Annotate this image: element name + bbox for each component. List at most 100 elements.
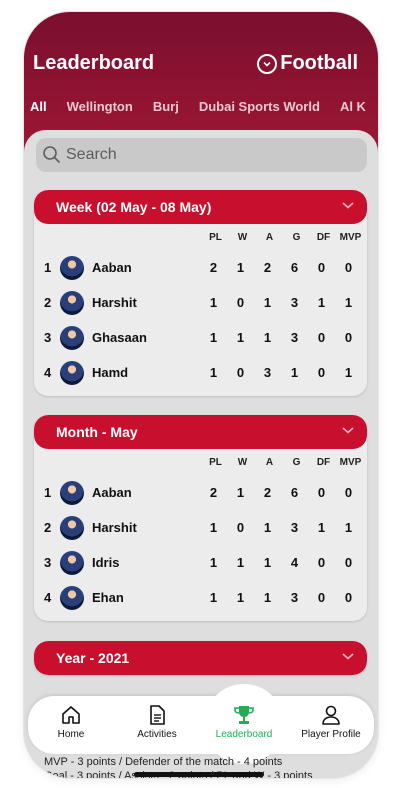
nav-leaderboard[interactable]: Leaderboard bbox=[201, 704, 287, 740]
week-header[interactable]: Week (02 May - 08 May) bbox=[34, 190, 367, 224]
table-row[interactable]: 2 Harshit 1 0 1 3 1 1 bbox=[34, 285, 367, 320]
stat-mvp: 1 bbox=[344, 520, 353, 535]
sport-label: Football bbox=[280, 52, 358, 74]
stat-df: 1 bbox=[317, 295, 326, 310]
player-name: Idris bbox=[92, 555, 120, 570]
player-name: Ghasaan bbox=[92, 330, 147, 345]
avatar bbox=[60, 515, 84, 540]
stat-mvp: 0 bbox=[344, 260, 353, 275]
stat-pl: 1 bbox=[209, 330, 218, 345]
rank: 2 bbox=[44, 520, 52, 535]
year-header[interactable]: Year - 2021 bbox=[34, 641, 367, 675]
points-info-line1: MVP - 3 points / Defender of the match -… bbox=[44, 756, 283, 768]
month-header[interactable]: Month - May bbox=[34, 415, 367, 449]
home-icon bbox=[62, 706, 80, 724]
table-row[interactable]: 3 Idris 1 1 1 4 0 0 bbox=[34, 545, 367, 580]
phone-frame: Leaderboard Football All Wellington Burj… bbox=[24, 12, 378, 778]
col-a: A bbox=[265, 231, 274, 243]
player-name: Hamd bbox=[92, 365, 129, 380]
stat-a: 1 bbox=[263, 295, 272, 310]
table-row[interactable]: 1 Aaban 2 1 2 6 0 0 bbox=[34, 250, 367, 285]
chevron-down-icon bbox=[342, 202, 354, 209]
rank: 3 bbox=[44, 330, 52, 345]
rank: 3 bbox=[44, 555, 52, 570]
avatar bbox=[60, 325, 84, 350]
nav-home-label: Home bbox=[57, 729, 85, 740]
col-df: DF bbox=[316, 456, 331, 468]
stat-pl: 2 bbox=[209, 260, 218, 275]
table-row[interactable]: 4 Ehan 1 1 1 3 0 0 bbox=[34, 580, 367, 615]
stat-pl: 1 bbox=[209, 365, 218, 380]
tab-burj[interactable]: Burj bbox=[153, 99, 179, 114]
stat-df: 1 bbox=[317, 520, 326, 535]
player-name: Aaban bbox=[92, 485, 132, 500]
chevron-down-icon bbox=[342, 427, 354, 434]
table-row[interactable]: 1 Aaban 2 1 2 6 0 0 bbox=[34, 475, 367, 510]
month-title: Month - May bbox=[56, 424, 138, 440]
tab-wellington[interactable]: Wellington bbox=[67, 99, 133, 114]
column-headers: PL W A G DF MVP bbox=[34, 449, 367, 475]
stat-w: 1 bbox=[236, 485, 245, 500]
col-g: G bbox=[292, 456, 301, 468]
rank: 4 bbox=[44, 365, 52, 380]
col-pl: PL bbox=[209, 456, 222, 468]
table-row[interactable]: 2 Harshit 1 0 1 3 1 1 bbox=[34, 510, 367, 545]
avatar bbox=[60, 255, 84, 280]
stat-w: 0 bbox=[236, 365, 245, 380]
col-mvp: MVP bbox=[339, 456, 362, 468]
search-icon bbox=[43, 146, 61, 164]
search-input[interactable]: Search bbox=[36, 138, 367, 172]
search-placeholder: Search bbox=[66, 146, 117, 163]
sport-selector[interactable]: Football bbox=[257, 52, 358, 75]
stat-df: 0 bbox=[317, 555, 326, 570]
avatar bbox=[60, 290, 84, 315]
stat-g: 4 bbox=[290, 555, 299, 570]
rank: 4 bbox=[44, 590, 52, 605]
col-a: A bbox=[265, 456, 274, 468]
stat-mvp: 0 bbox=[344, 330, 353, 345]
document-icon bbox=[150, 705, 165, 725]
col-g: G bbox=[292, 231, 301, 243]
stat-df: 0 bbox=[317, 485, 326, 500]
player-name: Ehan bbox=[92, 590, 124, 605]
stat-a: 1 bbox=[263, 330, 272, 345]
stat-w: 1 bbox=[236, 330, 245, 345]
table-row[interactable]: 3 Ghasaan 1 1 1 3 0 0 bbox=[34, 320, 367, 355]
stat-df: 0 bbox=[317, 260, 326, 275]
player-name: Harshit bbox=[92, 295, 137, 310]
table-row[interactable]: 4 Hamd 1 0 3 1 0 1 bbox=[34, 355, 367, 390]
page-title: Leaderboard bbox=[33, 52, 155, 74]
col-mvp: MVP bbox=[339, 231, 362, 243]
stat-mvp: 0 bbox=[344, 555, 353, 570]
trophy-icon bbox=[234, 706, 254, 724]
stat-g: 3 bbox=[290, 330, 299, 345]
stat-a: 1 bbox=[263, 590, 272, 605]
nav-player-profile[interactable]: Player Profile bbox=[288, 704, 374, 740]
rank: 1 bbox=[44, 260, 52, 275]
avatar bbox=[60, 360, 84, 385]
stat-df: 0 bbox=[317, 365, 326, 380]
week-title: Week (02 May - 08 May) bbox=[56, 199, 212, 215]
tab-dubai-sports-world[interactable]: Dubai Sports World bbox=[199, 99, 320, 114]
tab-al-k[interactable]: Al K bbox=[340, 99, 366, 114]
player-name: Aaban bbox=[92, 260, 132, 275]
avatar bbox=[60, 550, 84, 575]
nav-activities-label: Activities bbox=[137, 729, 177, 740]
stat-a: 2 bbox=[263, 260, 272, 275]
column-headers: PL W A G DF MVP bbox=[34, 224, 367, 250]
nav-activities[interactable]: Activities bbox=[114, 704, 200, 740]
year-card: Year - 2021 bbox=[34, 641, 367, 675]
nav-home[interactable]: Home bbox=[28, 704, 114, 740]
stat-a: 2 bbox=[263, 485, 272, 500]
col-df: DF bbox=[316, 231, 331, 243]
col-w: W bbox=[237, 231, 248, 243]
tab-all[interactable]: All bbox=[30, 99, 47, 114]
stat-df: 0 bbox=[317, 590, 326, 605]
club-tabs: All Wellington Burj Dubai Sports World A… bbox=[30, 99, 378, 114]
avatar bbox=[60, 585, 84, 610]
avatar bbox=[60, 480, 84, 505]
col-pl: PL bbox=[209, 231, 222, 243]
stat-w: 0 bbox=[236, 295, 245, 310]
stat-pl: 1 bbox=[209, 520, 218, 535]
bottom-nav: Home Activities Leaderboard Player Profi… bbox=[28, 684, 374, 764]
